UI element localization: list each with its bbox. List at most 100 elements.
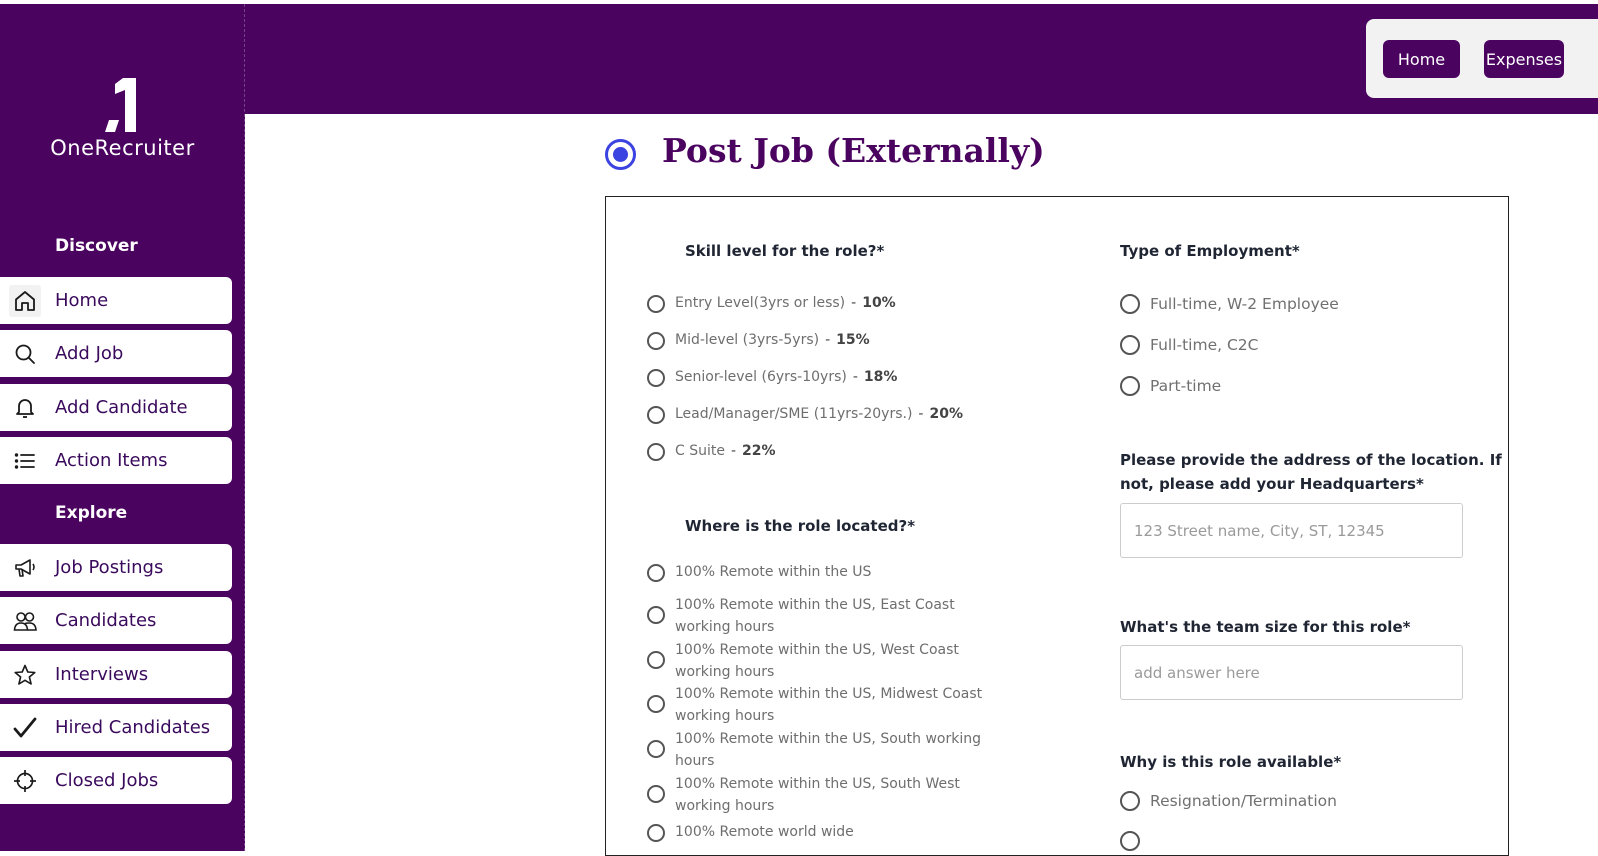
- skill-level-option[interactable]: Lead/Manager/SME (11yrs-20yrs.) - 20%: [647, 406, 963, 425]
- address-label-line: not, please add your Headquarters*: [1120, 475, 1424, 493]
- option-percent: 10%: [862, 295, 896, 311]
- team-size-label: What's the team size for this role*: [1120, 618, 1411, 636]
- option-text: Full-time, C2C: [1150, 336, 1259, 354]
- section-title-discover: Discover: [55, 236, 138, 256]
- sidebar-item-hired-candidates[interactable]: Hired Candidates: [0, 704, 232, 751]
- location-option[interactable]: 100% Remote within the US: [647, 564, 871, 583]
- radio-button[interactable]: [647, 651, 665, 669]
- role-available-option[interactable]: Resignation/Termination: [1120, 791, 1337, 812]
- sidebar-item-label: Add Candidate: [55, 397, 188, 418]
- sidebar-item-label: Add Job: [55, 343, 124, 364]
- location-option[interactable]: 100% Remote within the US, South working…: [647, 728, 981, 772]
- header-home-button[interactable]: Home: [1383, 40, 1460, 78]
- location-option[interactable]: 100% Remote world wide: [647, 824, 854, 843]
- radio-button[interactable]: [647, 695, 665, 713]
- option-text: 100% Remote within the US, West Coast: [675, 642, 959, 658]
- option-percent: 22%: [742, 443, 776, 459]
- employment-type-option[interactable]: Full-time, C2C: [1120, 335, 1258, 356]
- team-size-input[interactable]: [1120, 645, 1463, 700]
- radio-button[interactable]: [1120, 294, 1140, 314]
- crosshair-icon: [9, 765, 41, 797]
- sidebar-item-label: Action Items: [55, 450, 168, 471]
- checkmark-icon: [9, 712, 41, 744]
- location-option[interactable]: 100% Remote within the US, West Coast wo…: [647, 639, 959, 683]
- sidebar-item-label: Job Postings: [55, 557, 164, 578]
- option-text: 100% Remote world wide: [675, 824, 854, 840]
- home-icon: [9, 285, 41, 317]
- sidebar-item-label: Closed Jobs: [55, 770, 159, 791]
- option-separator: -: [851, 295, 857, 311]
- radio-button[interactable]: [1120, 376, 1140, 396]
- radio-button[interactable]: [647, 564, 665, 582]
- option-text: 100% Remote within the US, South working: [675, 731, 981, 747]
- users-icon: [9, 605, 41, 637]
- search-icon: [9, 338, 41, 370]
- sidebar-item-closed-jobs[interactable]: Closed Jobs: [0, 757, 232, 804]
- radio-button[interactable]: [1120, 335, 1140, 355]
- sidebar-item-add-candidate[interactable]: Add Candidate: [0, 384, 232, 431]
- post-external-radio[interactable]: [605, 139, 636, 170]
- radio-button[interactable]: [647, 369, 665, 387]
- radio-button[interactable]: [1120, 831, 1140, 851]
- option-text: Mid-level (3yrs-5yrs): [675, 332, 820, 348]
- address-label-line: Please provide the address of the locati…: [1120, 451, 1502, 469]
- option-separator: -: [730, 443, 737, 459]
- role-available-option[interactable]: [1120, 831, 1140, 851]
- location-option[interactable]: 100% Remote within the US, South West wo…: [647, 773, 960, 817]
- skill-level-option[interactable]: Senior-level (6yrs-10yrs) - 18%: [647, 369, 897, 388]
- sidebar-item-action-items[interactable]: Action Items: [0, 437, 232, 484]
- skill-level-option[interactable]: Mid-level (3yrs-5yrs) - 15%: [647, 332, 870, 351]
- radio-button[interactable]: [647, 332, 665, 350]
- option-text: 100% Remote within the US, South West: [675, 776, 960, 792]
- radio-button[interactable]: [1120, 791, 1140, 811]
- sidebar-item-candidates[interactable]: Candidates: [0, 597, 232, 644]
- employment-type-option[interactable]: Part-time: [1120, 376, 1221, 397]
- option-text: 100% Remote within the US: [675, 564, 872, 580]
- option-text: Resignation/Termination: [1150, 792, 1337, 810]
- logo-text: OneRecruiter: [50, 136, 195, 160]
- option-percent: 18%: [863, 369, 898, 385]
- option-percent: 20%: [929, 406, 963, 422]
- sidebar-item-add-job[interactable]: Add Job: [0, 330, 232, 377]
- skill-level-option[interactable]: Entry Level(3yrs or less) - 10%: [647, 295, 896, 314]
- logo[interactable]: OneRecruiter: [0, 76, 245, 160]
- option-percent: 15%: [836, 332, 870, 348]
- option-text: 100% Remote within the US, East Coast: [675, 597, 955, 613]
- radio-button[interactable]: [647, 740, 665, 758]
- option-text: 100% Remote within the US, Midwest Coast: [675, 686, 983, 702]
- radio-button[interactable]: [647, 406, 665, 424]
- option-separator: -: [918, 406, 924, 422]
- address-input[interactable]: [1120, 503, 1463, 558]
- sidebar-item-label: Interviews: [55, 664, 149, 685]
- megaphone-icon: [9, 552, 41, 584]
- option-text: Entry Level(3yrs or less): [675, 295, 846, 311]
- sidebar-item-job-postings[interactable]: Job Postings: [0, 544, 232, 591]
- employment-type-label: Type of Employment*: [1120, 242, 1300, 260]
- address-label: Please provide the address of the locati…: [1120, 448, 1502, 496]
- logo-mark-icon: [104, 78, 136, 132]
- location-option[interactable]: 100% Remote within the US, East Coast wo…: [647, 594, 955, 638]
- skill-level-label: Skill level for the role?*: [685, 242, 885, 260]
- radio-button[interactable]: [647, 824, 665, 842]
- sidebar-item-label: Hired Candidates: [55, 717, 211, 738]
- sidebar-item-home[interactable]: Home: [0, 277, 232, 324]
- option-text: Lead/Manager/SME (11yrs-20yrs.): [675, 406, 913, 422]
- sidebar-item-label: Candidates: [55, 610, 157, 631]
- radio-button[interactable]: [647, 443, 665, 461]
- radio-button[interactable]: [647, 785, 665, 803]
- option-text: C Suite: [675, 443, 725, 459]
- header-expenses-button[interactable]: Expenses: [1484, 40, 1564, 78]
- option-text: working hours: [675, 798, 775, 814]
- radio-button[interactable]: [647, 295, 665, 313]
- sidebar-item-interviews[interactable]: Interviews: [0, 651, 232, 698]
- skill-level-option[interactable]: C Suite - 22%: [647, 443, 776, 462]
- section-title-explore: Explore: [55, 503, 128, 523]
- location-option[interactable]: 100% Remote within the US, Midwest Coast…: [647, 683, 982, 727]
- employment-type-option[interactable]: Full-time, W-2 Employee: [1120, 294, 1339, 315]
- page-title: Post Job (Externally): [662, 131, 1045, 170]
- radio-button[interactable]: [647, 606, 665, 624]
- bell-icon: [9, 392, 41, 424]
- option-text: working hours: [675, 619, 775, 635]
- option-text: working hours: [675, 708, 775, 724]
- job-form: Skill level for the role?* Entry Level(3…: [605, 196, 1509, 856]
